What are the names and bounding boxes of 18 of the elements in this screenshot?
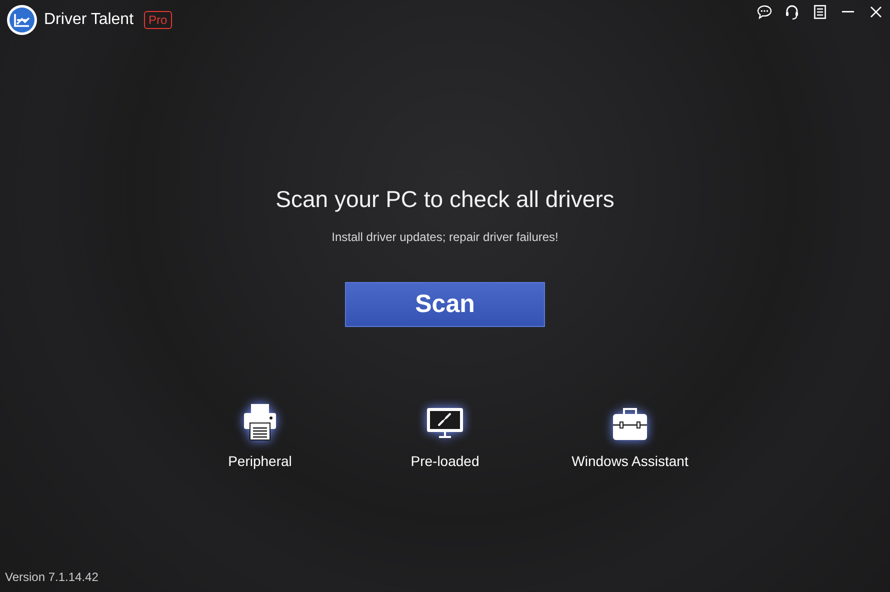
menu-button[interactable] (812, 4, 828, 20)
support-headset-button[interactable] (784, 4, 800, 20)
minimize-icon (842, 11, 854, 13)
app-title: Driver Talent (44, 11, 134, 29)
subheading: Install driver updates; repair driver failures! (332, 230, 558, 244)
close-button[interactable] (868, 4, 884, 20)
main-heading: Scan your PC to check all drivers (276, 186, 614, 213)
chat-button[interactable] (756, 4, 772, 20)
feature-button[interactable]: Peripheral (185, 403, 335, 469)
printer-icon (243, 403, 277, 441)
logo-icon (6, 4, 38, 36)
version-label: Version 7.1.14.42 (5, 570, 98, 584)
feature-button[interactable]: Windows Assistant (555, 403, 705, 469)
toolbox-icon (612, 407, 648, 441)
monitor-icon (426, 407, 464, 441)
edition-badge: Pro (144, 11, 172, 29)
feature-button[interactable]: Pre-loaded (370, 403, 520, 469)
scan-button[interactable]: Scan (345, 282, 545, 327)
